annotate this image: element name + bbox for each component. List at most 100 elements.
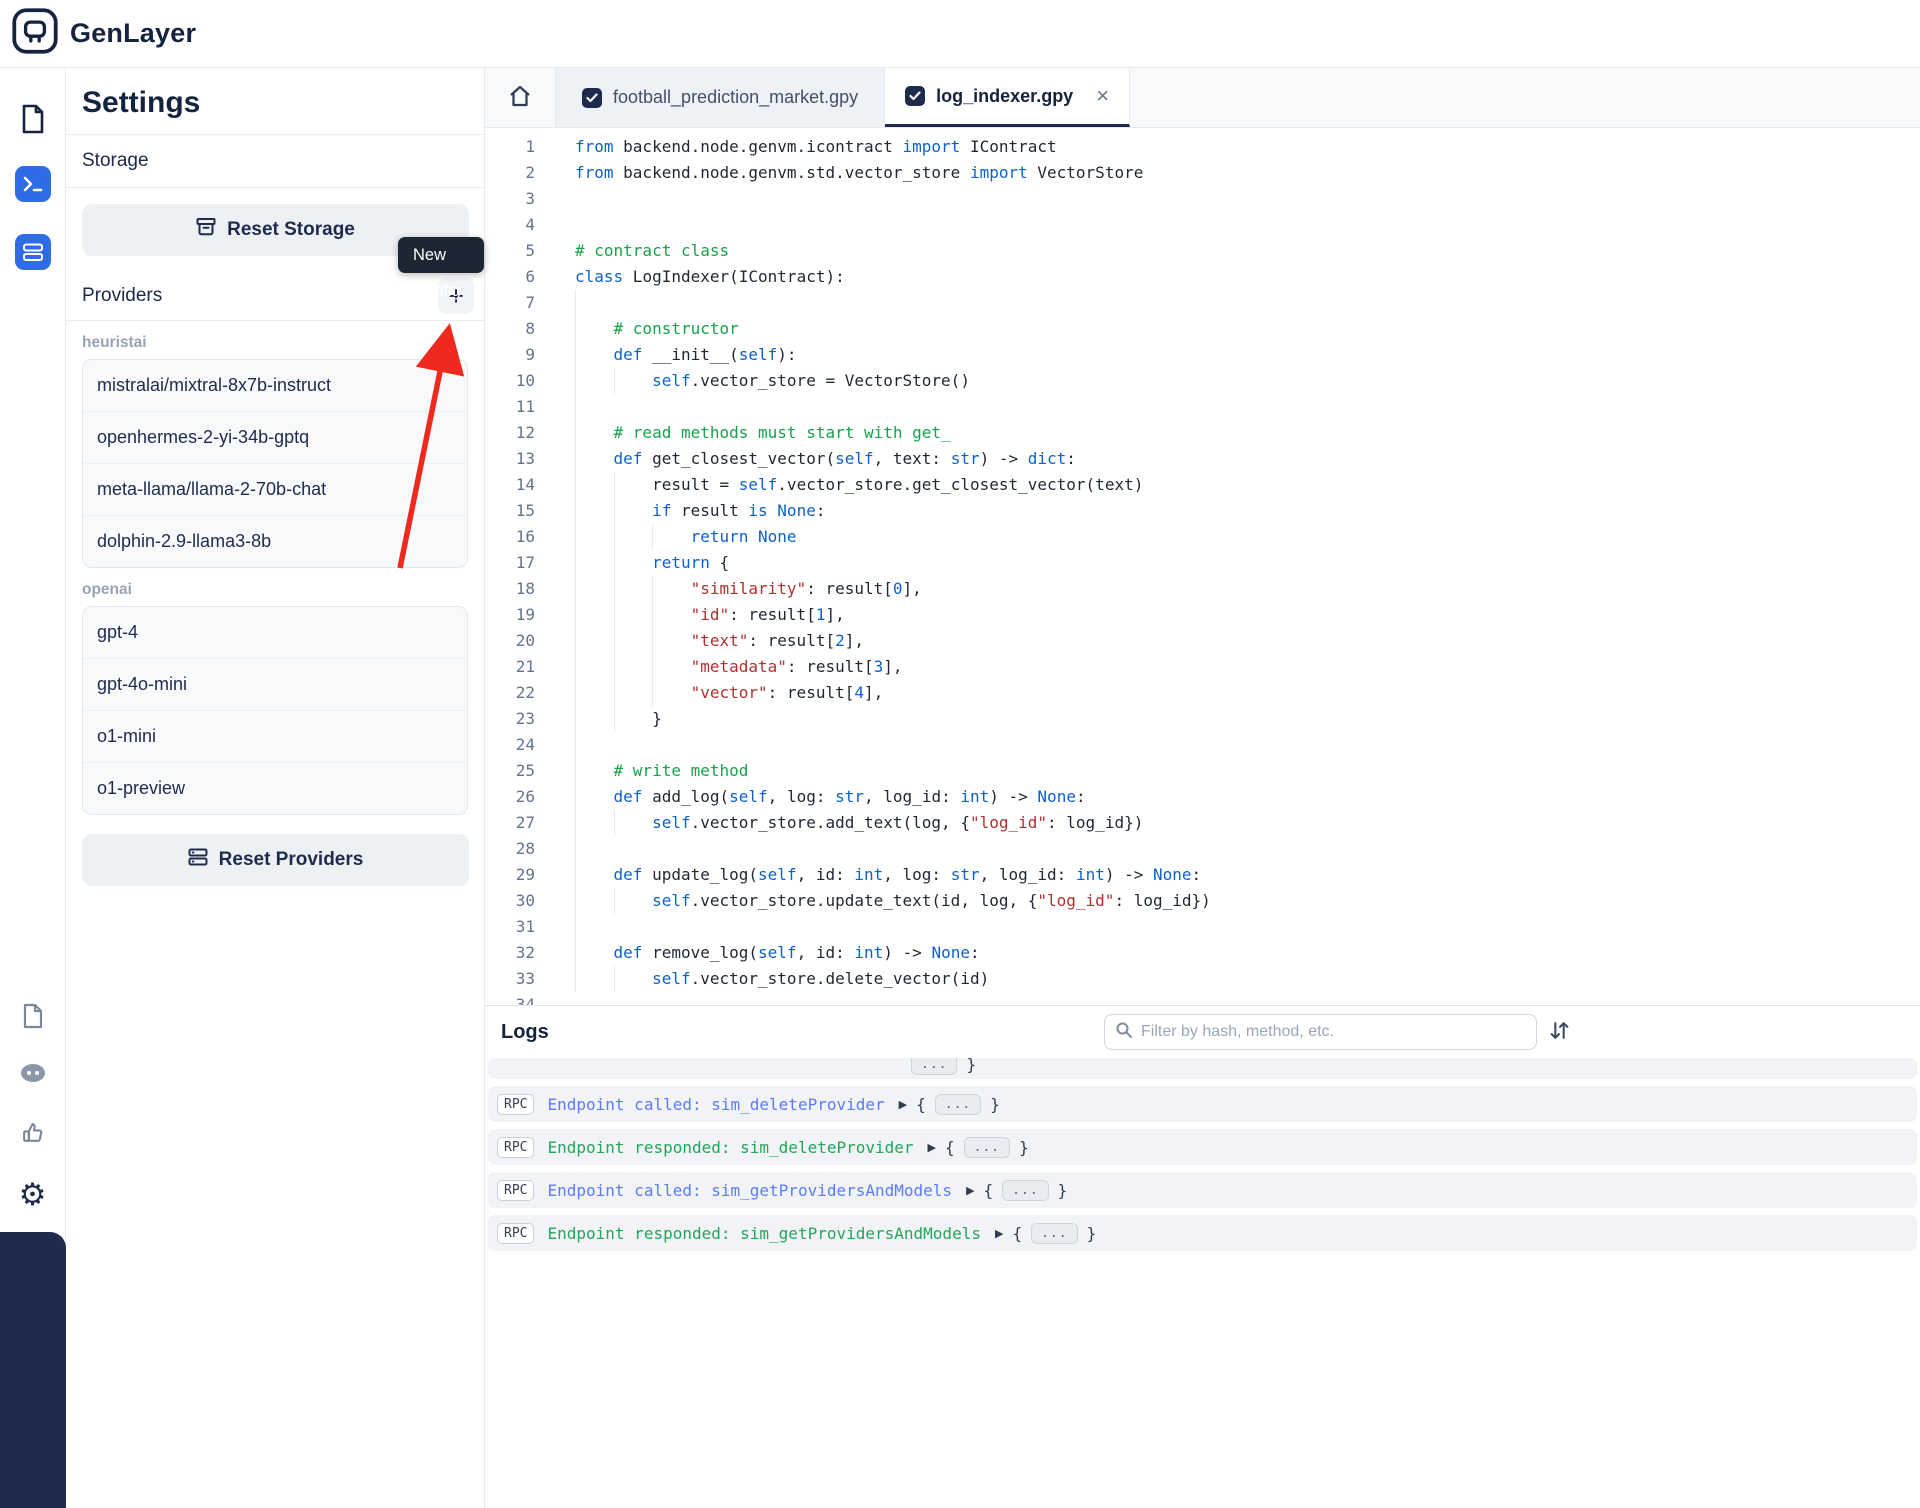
genlayer-logo-icon	[12, 8, 58, 59]
expand-triangle-icon[interactable]: ▶	[995, 1227, 1003, 1240]
rail-button-feedback[interactable]	[20, 1120, 45, 1148]
expand-triangle-icon[interactable]: ▶	[966, 1184, 974, 1197]
provider-group-card: mistralai/mixtral-8x7b-instructopenherme…	[82, 359, 468, 568]
log-entry[interactable]: RPCEndpoint called: sim_deleteProvider▶{…	[488, 1086, 1917, 1122]
logs-filter-input[interactable]	[1141, 1023, 1526, 1041]
rail-button-files[interactable]	[20, 104, 46, 137]
collapsed-json-chip[interactable]: ...	[1031, 1223, 1077, 1244]
close-icon[interactable]: ×	[1096, 85, 1109, 107]
contract-check-icon	[905, 86, 925, 106]
page-title: Settings	[66, 68, 484, 135]
collapsed-json-chip[interactable]: ...	[1002, 1180, 1048, 1201]
sort-order-button[interactable]	[1548, 1019, 1571, 1045]
thumbs-up-icon	[20, 1120, 45, 1148]
rail-button-storage[interactable]	[15, 234, 51, 270]
rail-button-docs[interactable]	[22, 1003, 44, 1032]
tab-log-indexer[interactable]: log_indexer.gpy ×	[885, 68, 1130, 127]
code-line: self.vector_store.add_text(log, {"log_id…	[575, 810, 1211, 836]
document-icon	[22, 1003, 44, 1032]
log-entry[interactable]: RPCEndpoint responded: sim_deleteProvide…	[488, 1129, 1917, 1165]
rpc-badge: RPC	[497, 1180, 534, 1201]
code-line: from backend.node.genvm.std.vector_store…	[575, 160, 1211, 186]
rail-button-discord[interactable]	[19, 1063, 47, 1087]
log-entry[interactable]: ...}	[488, 1058, 1917, 1079]
provider-model-item[interactable]: o1-mini	[83, 710, 467, 762]
line-number: 5	[485, 238, 551, 264]
tab-football-prediction-market[interactable]: football_prediction_market.gpy	[555, 68, 885, 127]
gear-icon: ⚙	[19, 1180, 47, 1211]
code-line: # contract class	[575, 238, 1211, 264]
code-line: self.vector_store = VectorStore()	[575, 368, 1211, 394]
provider-model-item[interactable]: o1-preview	[83, 762, 467, 814]
code-line: self.vector_store.delete_vector(id)	[575, 966, 1211, 992]
server-icon	[188, 847, 208, 873]
home-tab-button[interactable]	[485, 68, 555, 127]
reset-providers-label: Reset Providers	[219, 849, 364, 871]
provider-model-item[interactable]: gpt-4o-mini	[83, 658, 467, 710]
close-brace: }	[1019, 1138, 1029, 1157]
log-entry[interactable]: RPC Endpoint responded: sim_getProvidersA…	[488, 1215, 1917, 1251]
collapsed-json-chip[interactable]: ...	[935, 1094, 981, 1115]
reset-providers-button[interactable]: Reset Providers	[82, 834, 469, 886]
provider-group-card: gpt-4gpt-4o-minio1-minio1-preview	[82, 606, 468, 815]
line-number: 23	[485, 706, 551, 732]
log-entry[interactable]: RPC Endpoint called: sim_getProvidersAndM…	[488, 1172, 1917, 1208]
line-number: 24	[485, 732, 551, 758]
line-number: 25	[485, 758, 551, 784]
code-line: return {	[575, 550, 1211, 576]
rail-button-terminal[interactable]	[15, 166, 51, 202]
collapsed-json-chip[interactable]: ...	[964, 1137, 1010, 1158]
code-editor[interactable]: 1234567891011121314151617181920212223242…	[485, 128, 1920, 1005]
line-number: 34	[485, 992, 551, 1005]
rail-button-settings[interactable]: ⚙	[19, 1180, 47, 1211]
provider-model-item[interactable]: dolphin-2.9-llama3-8b	[83, 515, 467, 567]
app-root: GenLayer	[0, 0, 1920, 1508]
new-config-tooltip: New Config	[398, 237, 484, 273]
line-number: 29	[485, 862, 551, 888]
line-number: 15	[485, 498, 551, 524]
code-line	[575, 290, 1211, 316]
logs-title: Logs	[501, 1021, 549, 1044]
provider-model-item[interactable]: gpt-4	[83, 607, 467, 658]
editor-column: football_prediction_market.gpy log_index…	[485, 68, 1920, 1508]
expand-triangle-icon[interactable]: ▶	[928, 1141, 936, 1154]
line-number: 30	[485, 888, 551, 914]
code-line: return None	[575, 524, 1211, 550]
main-layout: ⚙ Settings Storage Reset Storage Provid	[0, 68, 1920, 1508]
provider-model-item[interactable]: mistralai/mixtral-8x7b-instruct	[83, 360, 467, 411]
line-number: 20	[485, 628, 551, 654]
app-name: GenLayer	[70, 18, 196, 49]
code-line: class LogIndexer(IContract):	[575, 264, 1211, 290]
storage-section-label: Storage	[66, 135, 484, 188]
icon-rail: ⚙	[0, 68, 66, 1508]
close-brace: }	[990, 1095, 1000, 1114]
log-message: Endpoint called: sim_getProvidersAndMode…	[547, 1181, 952, 1200]
line-number: 4	[485, 212, 551, 238]
code-line	[575, 732, 1211, 758]
line-number: 26	[485, 784, 551, 810]
line-number: 11	[485, 394, 551, 420]
code-line	[575, 186, 1211, 212]
provider-model-item[interactable]: meta-llama/llama-2-70b-chat	[83, 463, 467, 515]
line-number: 27	[485, 810, 551, 836]
line-number: 8	[485, 316, 551, 342]
open-brace: {	[916, 1095, 926, 1114]
log-list: ...} RPC Endpoint called: sim_deleteProvid…	[485, 1058, 1920, 1251]
line-number-gutter: 1234567891011121314151617181920212223242…	[485, 128, 551, 1005]
collapsed-json-chip[interactable]: ...	[911, 1058, 957, 1075]
archive-icon	[196, 217, 216, 243]
log-message: Endpoint called: sim_deleteProvider	[547, 1095, 884, 1114]
code-line	[575, 212, 1211, 238]
provider-model-item[interactable]: openhermes-2-yi-34b-gptq	[83, 411, 467, 463]
code-line: def __init__(self):	[575, 342, 1211, 368]
rpc-badge: RPC	[497, 1223, 534, 1244]
home-icon	[508, 84, 532, 111]
logs-filter	[1104, 1014, 1537, 1050]
reset-storage-label: Reset Storage	[227, 219, 355, 241]
expand-triangle-icon[interactable]: ▶	[899, 1098, 907, 1111]
code-line: def add_log(self, log: str, log_id: int)…	[575, 784, 1211, 810]
line-number: 21	[485, 654, 551, 680]
log-message: Endpoint responded: sim_getProvidersAndM…	[547, 1224, 980, 1243]
code-line	[575, 914, 1211, 940]
discord-icon	[19, 1063, 47, 1087]
